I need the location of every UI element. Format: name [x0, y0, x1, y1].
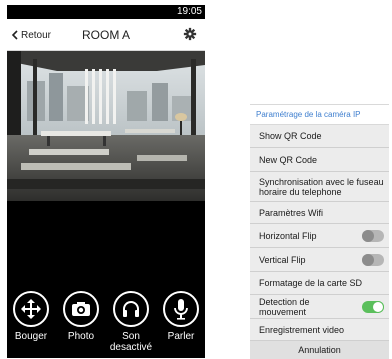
menu-item-timezone-sync[interactable]: Synchronisation avec le fuseau horaire d…	[250, 172, 389, 202]
menu-item-show-qr-code[interactable]: Show QR Code	[250, 125, 389, 148]
move-label: Bouger	[14, 331, 48, 342]
status-bar: 19:05	[7, 5, 205, 19]
camera-controls: Bouger Photo Son desactivé Parler	[7, 291, 205, 358]
sound-label: Son desactivé	[109, 331, 153, 353]
menu-item-label: Detection de mouvement	[259, 296, 310, 317]
camera-settings-menu: Paramétrage de la caméra IP Show QR Code…	[250, 104, 389, 359]
app-header: Retour ROOM A	[7, 19, 205, 51]
chevron-left-icon	[11, 30, 18, 40]
camera-icon	[63, 291, 99, 327]
menu-item-label: Enregistrement video	[259, 324, 345, 335]
menu-title: Paramétrage de la caméra IP	[250, 105, 389, 125]
back-button[interactable]: Retour	[11, 27, 51, 43]
menu-item-label: New QR Code	[259, 154, 318, 165]
horizontal-flip-toggle[interactable]	[362, 229, 384, 242]
menu-item-motion-detection[interactable]: Detection de mouvement	[250, 295, 389, 319]
camera-live-view[interactable]	[7, 51, 205, 201]
status-time: 19:05	[176, 6, 202, 17]
headphones-icon	[113, 291, 149, 327]
menu-item-vertical-flip[interactable]: Vertical Flip	[250, 248, 389, 272]
photo-button[interactable]: Photo	[59, 291, 103, 358]
menu-item-label: Formatage de la carte SD	[259, 278, 363, 288]
motion-detection-toggle[interactable]	[362, 300, 384, 313]
menu-item-label: Paramètres Wifi	[259, 207, 324, 218]
menu-item-label: Synchronisation avec le fuseau horaire d…	[259, 176, 384, 197]
move-button[interactable]: Bouger	[9, 291, 53, 358]
microphone-icon	[163, 291, 199, 327]
menu-item-video-recording[interactable]: Enregistrement video	[250, 319, 389, 341]
vertical-flip-toggle[interactable]	[362, 253, 384, 266]
talk-label: Parler	[167, 331, 195, 342]
sound-button[interactable]: Son desactivé	[109, 291, 153, 358]
menu-item-label: Show QR Code	[259, 131, 322, 141]
gear-icon[interactable]	[183, 27, 197, 41]
menu-item-horizontal-flip[interactable]: Horizontal Flip	[250, 224, 389, 248]
photo-label: Photo	[67, 331, 95, 342]
back-label: Retour	[21, 29, 52, 41]
menu-item-new-qr-code[interactable]: New QR Code	[250, 148, 389, 172]
camera-app-screen: 19:05 Retour ROOM A Bouger Photo Son des…	[7, 5, 205, 358]
menu-item-wifi-settings[interactable]: Paramètres Wifi	[250, 202, 389, 224]
menu-item-format-sd[interactable]: Formatage de la carte SD	[250, 272, 389, 295]
talk-button[interactable]: Parler	[159, 291, 203, 358]
cancel-button[interactable]: Annulation	[250, 341, 389, 359]
move-arrows-icon	[13, 291, 49, 327]
